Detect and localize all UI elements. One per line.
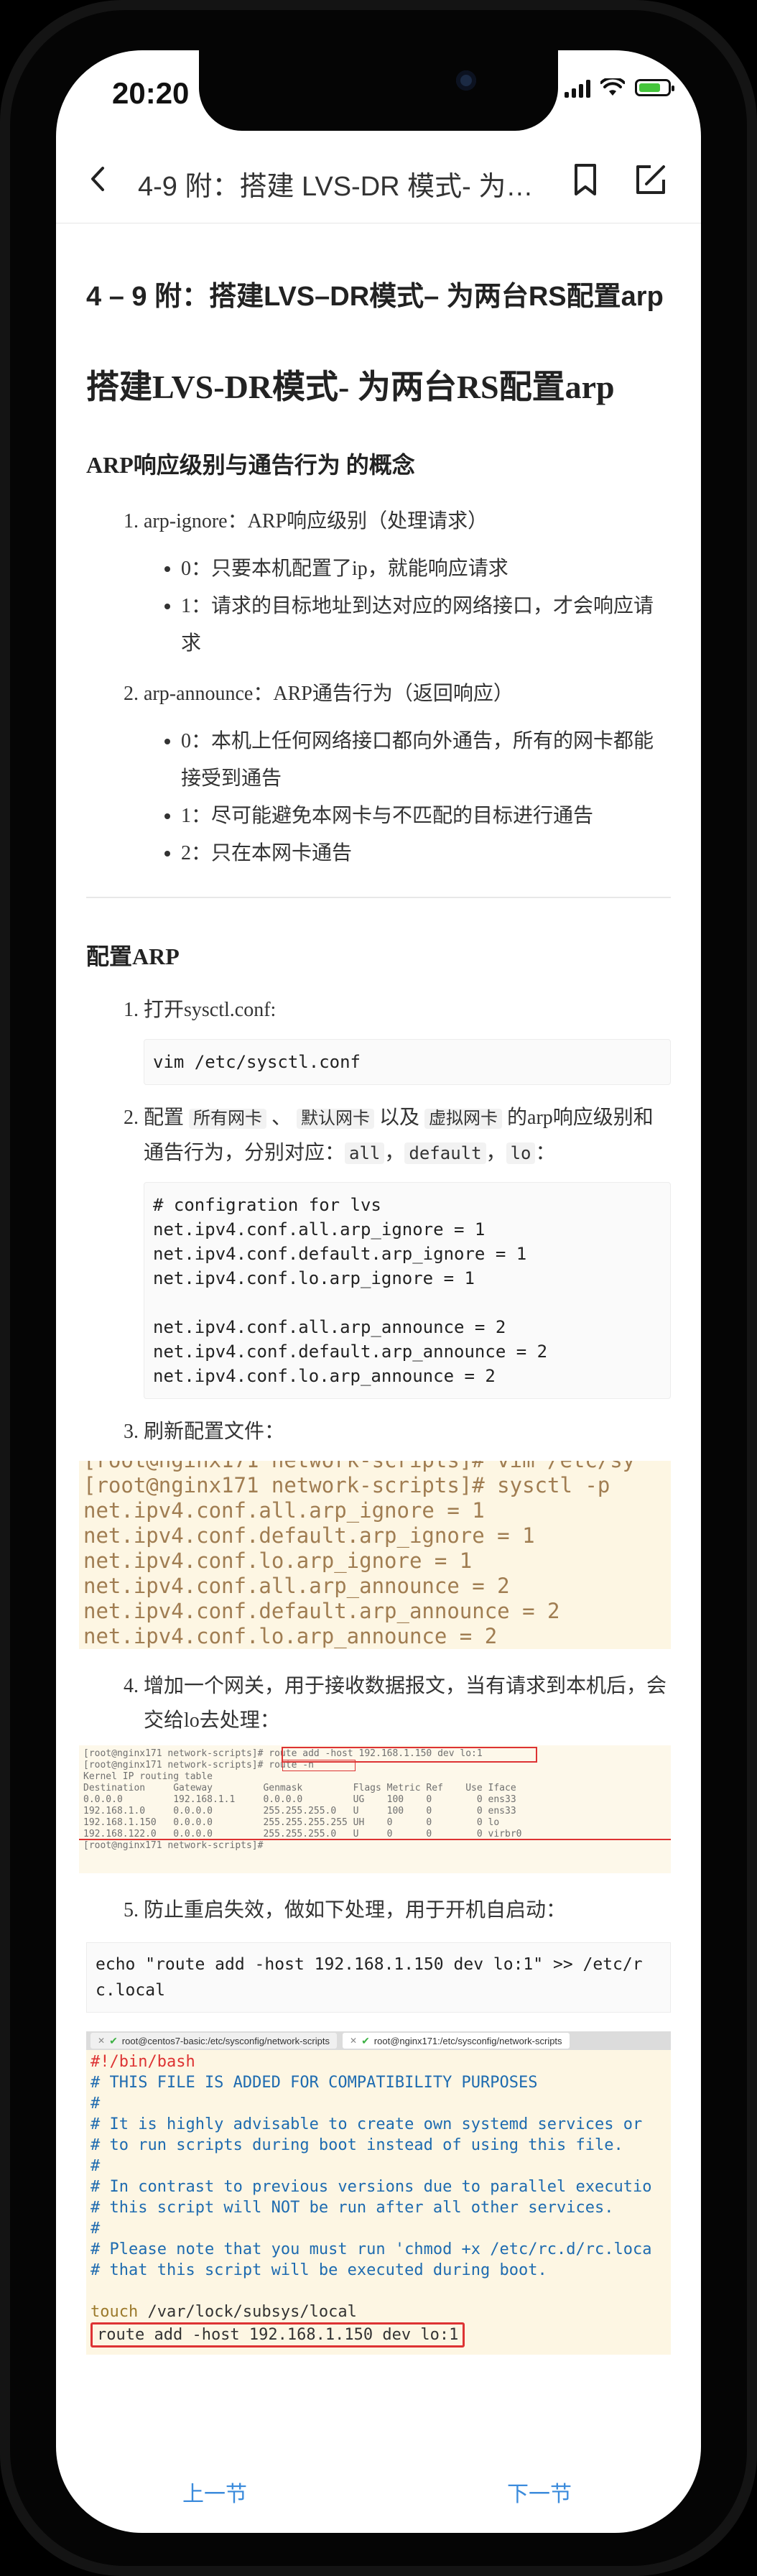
code-block: # configration for lvs net.ipv4.conf.all… xyxy=(144,1182,671,1399)
list-item: arp-ignore：ARP响应级别（处理请求） 0：只要本机配置了ip，就能响… xyxy=(144,504,671,663)
ignore-sublist: 0：只要本机配置了ip，就能响应请求 1：请求的目标地址到达对应的网络接口，才会… xyxy=(144,550,671,663)
list-item: arp-announce：ARP通告行为（返回响应） 0：本机上任何网络接口都向… xyxy=(144,677,671,872)
arp-heading: 配置ARP xyxy=(86,943,180,969)
terminal-tab[interactable]: ✕ ✔ root@centos7-basic:/etc/sysconfig/netw… xyxy=(90,2033,337,2049)
step-text: 配置 所有网卡 、 默认网卡 以及 虚拟网卡 的arp响应级别和通告行为，分别对… xyxy=(144,1107,654,1164)
list-item: 1：尽可能避免本网卡与不匹配的目标进行通告 xyxy=(181,798,671,835)
prev-section-link[interactable]: 上一节 xyxy=(182,2476,247,2508)
status-icons xyxy=(565,78,674,98)
phone-frame: 20:20 4-9 附：搭建 LVS-DR 模式- 为两台RS配置arp xyxy=(0,0,757,2576)
inline-code: lo xyxy=(506,1142,536,1164)
battery-icon xyxy=(635,79,674,96)
step-item: 打开sysctl.conf: vim /etc/sysctl.conf xyxy=(144,993,671,1085)
terminal-screenshot: [root@nginx171 network-scripts]# route a… xyxy=(79,1745,671,1873)
divider xyxy=(86,897,671,898)
signal-icon xyxy=(565,78,590,98)
close-icon[interactable]: ✕ xyxy=(98,2036,105,2046)
inline-code: all xyxy=(345,1142,385,1164)
list-item: 2：只在本网卡通告 xyxy=(181,835,671,872)
page-title: 4 – 9 附：搭建LVS–DR模式– 为两台RS配置arp xyxy=(86,282,664,312)
highlight-underline xyxy=(79,1839,671,1840)
list-item: 0：本机上任何网络接口都向外通告，所有的网卡都能接受到通告 xyxy=(181,723,671,798)
announce-sublist: 0：本机上任何网络接口都向外通告，所有的网卡都能接受到通告 1：尽可能避免本网卡… xyxy=(144,723,671,872)
article-content: 4 – 9 附：搭建LVS–DR模式– 为两台RS配置arp 搭建LVS-DR模… xyxy=(79,223,671,2355)
nav-title: 4-9 附：搭建 LVS-DR 模式- 为两台RS配置arp xyxy=(138,172,540,202)
code-block: echo "route add -host 192.168.1.150 dev … xyxy=(86,1942,671,2013)
arp-steps: 打开sysctl.conf: vim /etc/sysctl.conf 配置 所… xyxy=(79,993,671,1928)
screen: 20:20 4-9 附：搭建 LVS-DR 模式- 为两台RS配置arp xyxy=(56,50,701,2533)
inline-chip: 所有网卡 xyxy=(189,1109,267,1129)
close-icon[interactable]: ✕ xyxy=(350,2036,357,2046)
back-button[interactable] xyxy=(80,161,116,197)
nav-bar: 4-9 附：搭建 LVS-DR 模式- 为两台RS配置arp xyxy=(56,137,701,223)
inline-chip: 虚拟网卡 xyxy=(424,1109,503,1129)
article-heading: 搭建LVS-DR模式- 为两台RS配置arp xyxy=(86,369,615,405)
check-icon: ✔ xyxy=(361,2034,370,2046)
step-item: 防止重启失效，做如下处理，用于开机自启动： xyxy=(144,1893,671,1928)
announce-title: arp-announce：ARP通告行为（返回响应） xyxy=(144,683,514,705)
bookmark-icon[interactable] xyxy=(567,160,603,200)
step-text: 打开sysctl.conf: xyxy=(144,999,277,1021)
next-section-link[interactable]: 下一节 xyxy=(507,2476,572,2508)
edit-icon[interactable] xyxy=(631,160,671,200)
list-item: 0：只要本机配置了ip，就能响应请求 xyxy=(181,550,671,588)
terminal-screenshot: ✕ ✔ root@centos7-basic:/etc/sysconfig/netw… xyxy=(86,2031,671,2355)
inline-chip: 默认网卡 xyxy=(297,1109,375,1129)
footer-nav: 上一节 下一节 xyxy=(56,2470,701,2521)
terminal-tab[interactable]: ✕ ✔ root@nginx171:/etc/sysconfig/network-s… xyxy=(343,2033,570,2049)
step-text: 刷新配置文件： xyxy=(144,1421,285,1443)
step-text: 防止重启失效，做如下处理，用于开机自启动： xyxy=(144,1899,567,1921)
step-text: 增加一个网关，用于接收数据报文，当有请求到本机后，会交给lo去处理： xyxy=(144,1675,667,1732)
check-icon: ✔ xyxy=(109,2034,118,2046)
highlight-box: route add -host 192.168.1.150 dev lo:1 xyxy=(90,2322,465,2348)
list-item: 1：请求的目标地址到达对应的网络接口，才会响应请求 xyxy=(181,588,671,663)
step-item: 刷新配置文件： [root@nginx171 network-scripts]#… xyxy=(79,1415,671,1649)
front-camera xyxy=(456,70,476,91)
concept-list: arp-ignore：ARP响应级别（处理请求） 0：只要本机配置了ip，就能响… xyxy=(86,504,671,872)
step-item: 配置 所有网卡 、 默认网卡 以及 虚拟网卡 的arp响应级别和通告行为，分别对… xyxy=(144,1101,671,1399)
wifi-icon xyxy=(600,78,625,96)
ignore-title: arp-ignore：ARP响应级别（处理请求） xyxy=(144,510,488,532)
concept-heading: ARP响应级别与通告行为 的概念 xyxy=(86,452,415,478)
inline-code: default xyxy=(404,1142,486,1164)
code-block: vim /etc/sysctl.conf xyxy=(144,1039,671,1085)
step-item: 增加一个网关，用于接收数据报文，当有请求到本机后，会交给lo去处理： [root… xyxy=(79,1669,671,1873)
terminal-screenshot: [root@nginx171 network-scripts]# vim /et… xyxy=(79,1461,671,1649)
battery-level xyxy=(639,83,660,92)
terminal-output: [root@nginx171 network-scripts]# vim /et… xyxy=(83,1461,635,1648)
notch xyxy=(199,50,558,131)
terminal-tabbar: ✕ ✔ root@centos7-basic:/etc/sysconfig/netw… xyxy=(86,2031,671,2050)
highlight-box xyxy=(282,1760,356,1771)
status-time: 20:20 xyxy=(112,76,190,110)
terminal-output: #!/bin/bash # THIS FILE IS ADDED FOR COM… xyxy=(86,2050,671,2355)
